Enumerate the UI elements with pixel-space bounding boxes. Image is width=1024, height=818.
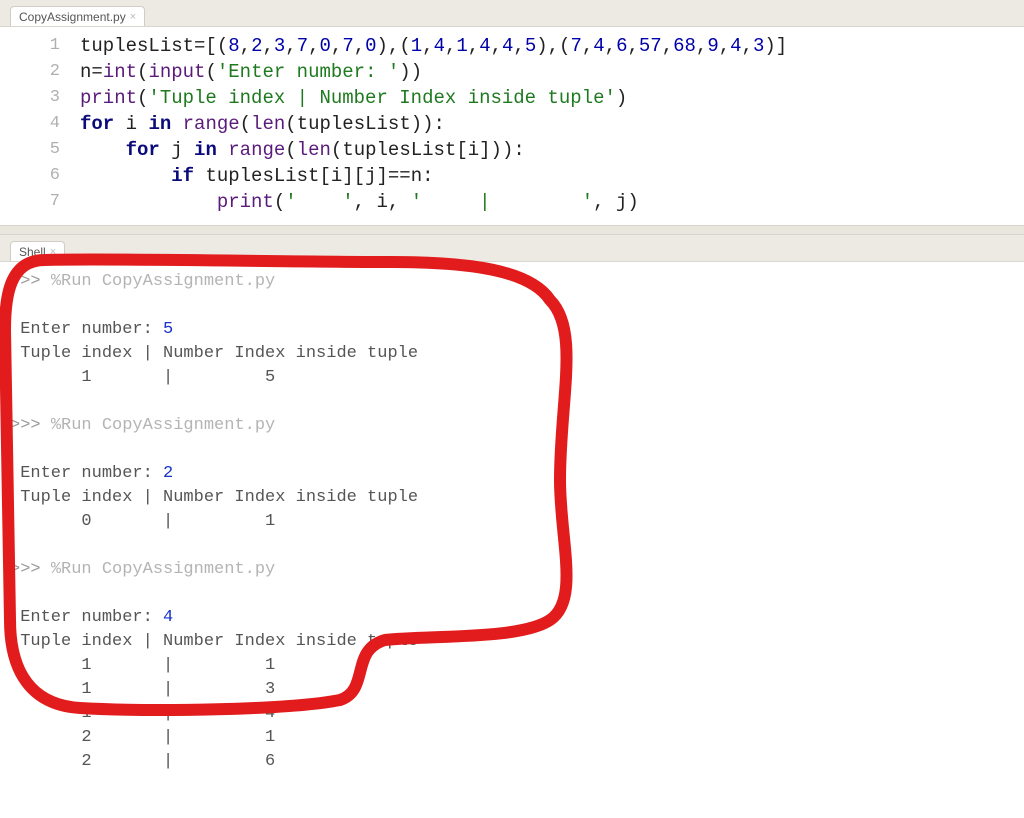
line-number: 5	[0, 137, 80, 163]
shell-run-line: >>> %Run CopyAssignment.py	[10, 414, 1024, 438]
code-line-4[interactable]: for i in range(len(tuplesList)):	[80, 111, 1024, 137]
editor-tab[interactable]: CopyAssignment.py ×	[10, 6, 145, 26]
code-line-2[interactable]: n=int(input('Enter number: '))	[80, 59, 1024, 85]
shell-output[interactable]: >>> %Run CopyAssignment.py Enter number:…	[0, 262, 1024, 818]
shell-output-header: Tuple index | Number Index inside tuple	[10, 630, 1024, 654]
code-editor[interactable]: 1 tuplesList=[(8,2,3,7,0,7,0),(1,4,1,4,4…	[0, 27, 1024, 225]
code-line-3[interactable]: print('Tuple index | Number Index inside…	[80, 85, 1024, 111]
code-line-7[interactable]: print(' ', i, ' | ', j)	[80, 189, 1024, 215]
line-number: 4	[0, 111, 80, 137]
shell-output-row: 1 | 1	[10, 654, 1024, 678]
shell-input-line: Enter number: 2	[10, 462, 1024, 486]
line-number: 3	[0, 85, 80, 111]
shell-input-line: Enter number: 5	[10, 318, 1024, 342]
shell-tab-label: Shell	[19, 245, 46, 259]
pane-divider[interactable]	[0, 225, 1024, 235]
shell-run-line: >>> %Run CopyAssignment.py	[10, 270, 1024, 294]
close-icon[interactable]: ×	[50, 246, 56, 258]
shell-tab[interactable]: Shell ×	[10, 241, 65, 261]
shell-output-row: 1 | 5	[10, 366, 1024, 390]
shell-output-row: 1 | 4	[10, 702, 1024, 726]
shell-output-header: Tuple index | Number Index inside tuple	[10, 486, 1024, 510]
code-line-1[interactable]: tuplesList=[(8,2,3,7,0,7,0),(1,4,1,4,4,5…	[80, 33, 1024, 59]
line-number: 6	[0, 163, 80, 189]
close-icon[interactable]: ×	[130, 11, 136, 23]
shell-output-row: 1 | 3	[10, 678, 1024, 702]
line-number: 7	[0, 189, 80, 215]
shell-output-row: 2 | 6	[10, 750, 1024, 774]
shell-input-line: Enter number: 4	[10, 606, 1024, 630]
code-line-5[interactable]: for j in range(len(tuplesList[i])):	[80, 137, 1024, 163]
editor-tab-label: CopyAssignment.py	[19, 10, 126, 24]
shell-run-line: >>> %Run CopyAssignment.py	[10, 558, 1024, 582]
shell-output-row: 0 | 1	[10, 510, 1024, 534]
editor-tabbar: CopyAssignment.py ×	[0, 0, 1024, 27]
shell-tabbar: Shell ×	[0, 235, 1024, 262]
line-number: 1	[0, 33, 80, 59]
code-line-6[interactable]: if tuplesList[i][j]==n:	[80, 163, 1024, 189]
line-number: 2	[0, 59, 80, 85]
shell-output-header: Tuple index | Number Index inside tuple	[10, 342, 1024, 366]
shell-output-row: 2 | 1	[10, 726, 1024, 750]
